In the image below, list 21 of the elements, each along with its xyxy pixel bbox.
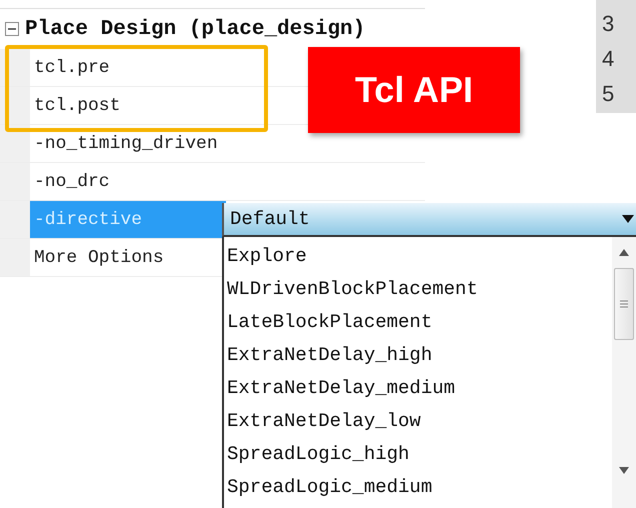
scroll-down-icon[interactable] (619, 467, 629, 474)
dropdown-option[interactable]: SpreadLogic_high (224, 437, 612, 470)
dropdown-option[interactable]: LateBlockPlacement (224, 305, 612, 338)
callout-label: Tcl API (308, 47, 520, 133)
line-number: 5 (601, 80, 616, 108)
dropdown-option[interactable]: WLDrivenBlockPlacement (224, 272, 612, 305)
line-number: 3 (601, 10, 616, 38)
dropdown-option[interactable]: ExtraNetDelay_high (224, 338, 612, 371)
section-title: Place Design (place_design) (25, 18, 366, 40)
collapse-icon[interactable] (5, 22, 19, 36)
caret-icon (622, 215, 634, 223)
grip-icon (619, 300, 629, 308)
scroll-thumb[interactable] (614, 268, 634, 340)
line-number: 4 (601, 45, 616, 73)
scroll-up-icon[interactable] (619, 249, 629, 256)
directive-dropdown[interactable]: Default (222, 203, 636, 237)
dropdown-option[interactable]: SpreadLogic_medium (224, 470, 612, 503)
dropdown-option[interactable]: Explore (224, 239, 612, 272)
scrollbar[interactable] (612, 237, 636, 508)
dropdown-option[interactable]: ExtraNetDelay_low (224, 404, 612, 437)
dropdown-option[interactable]: ExtraNetDelay_medium (224, 371, 612, 404)
